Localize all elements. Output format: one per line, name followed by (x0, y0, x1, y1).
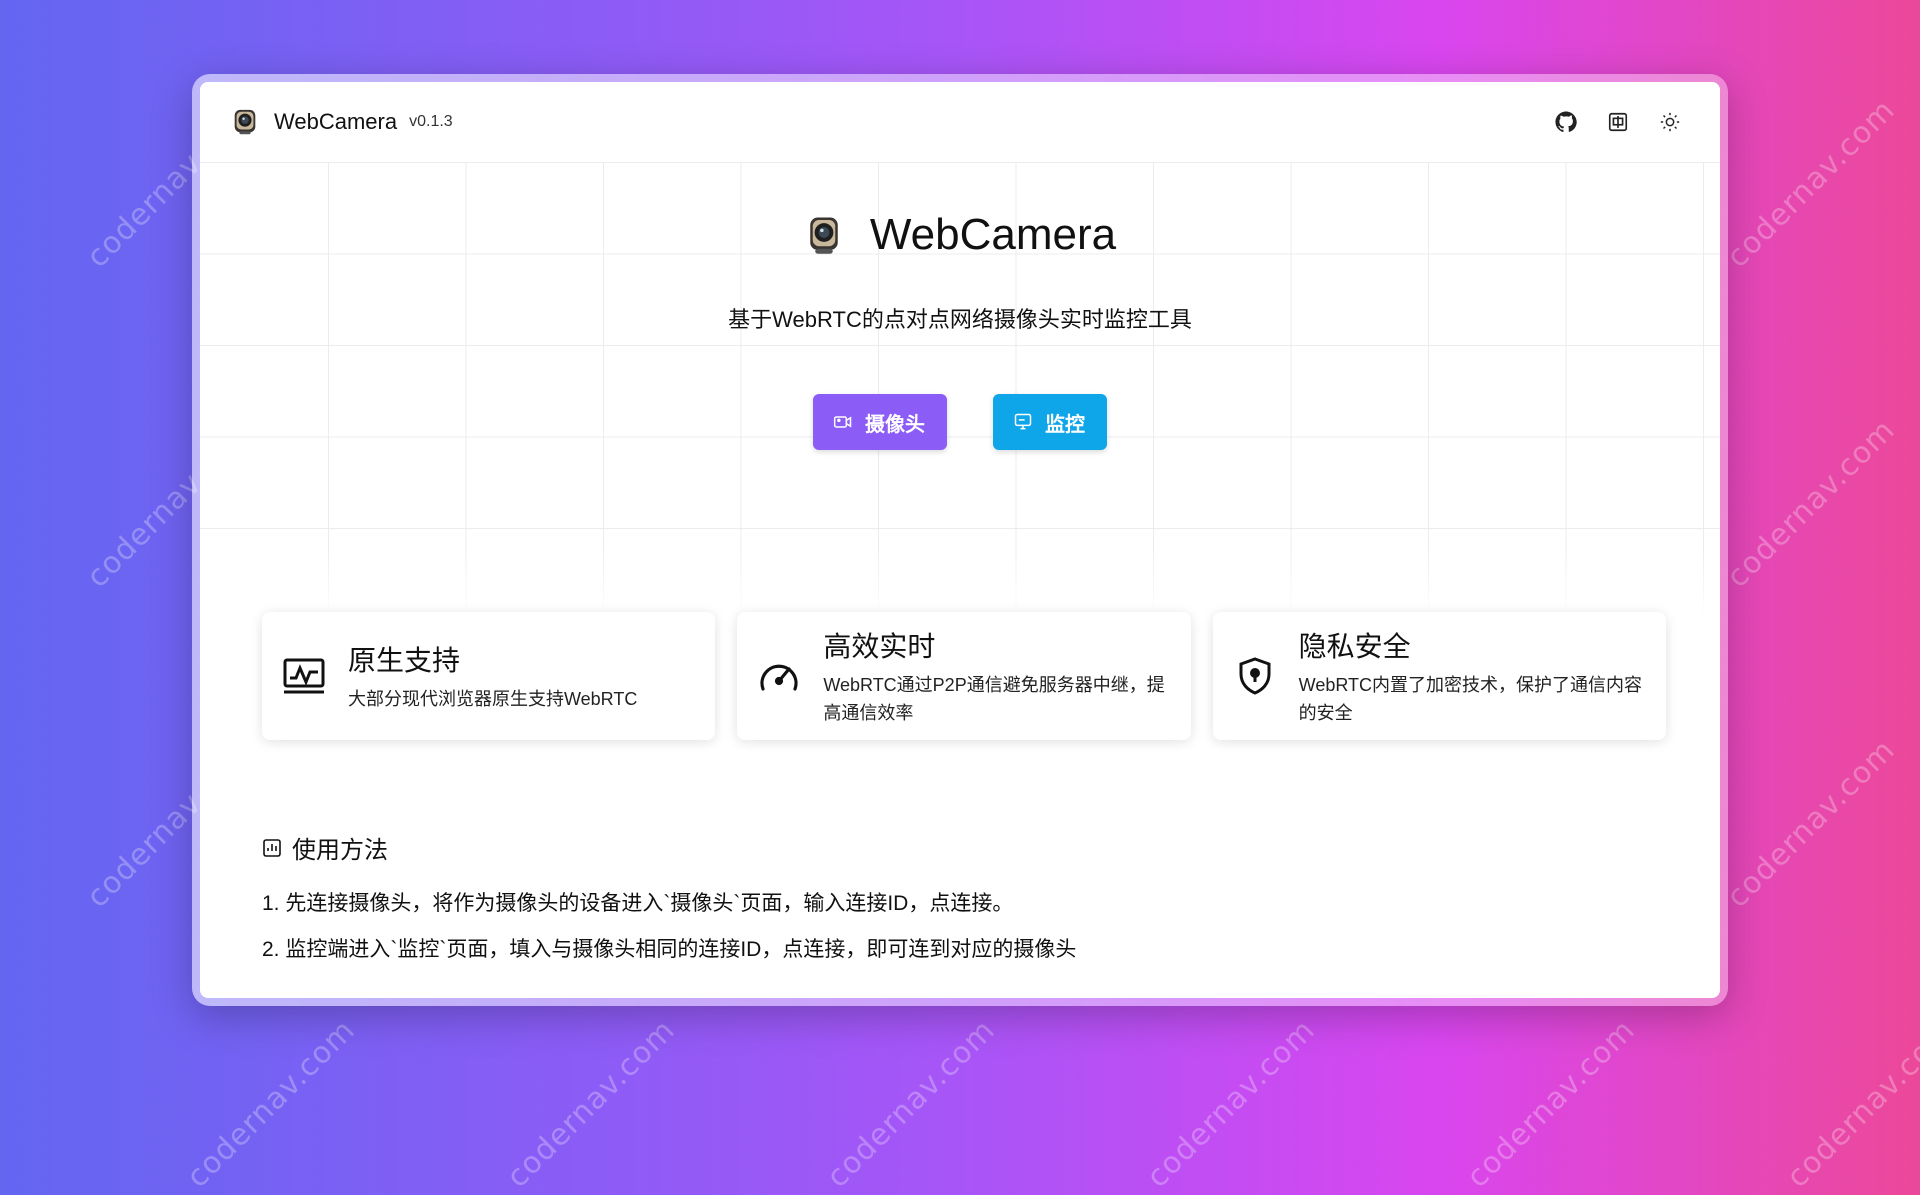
report-icon (263, 838, 281, 857)
usage-section: 使用方法 1. 先连接摄像头，将作为摄像头的设备进入`摄像头`页面，输入连接ID… (262, 830, 1076, 973)
feature-card-privacy: 隐私安全 WebRTC内置了加密技术，保护了通信内容的安全 (1212, 612, 1666, 740)
monitor-icon (1014, 413, 1032, 430)
app-version: v0.1.3 (409, 113, 453, 130)
feature-cards: 原生支持 大部分现代浏览器原生支持WebRTC 高效实时 WebRTC通过P2P… (262, 612, 1666, 740)
watermark: codernav.com (820, 1012, 1003, 1195)
speedometer-icon (760, 664, 798, 691)
feature-title: 高效实时 (823, 631, 936, 662)
camera-button-label: 摄像头 (865, 413, 925, 436)
header-actions (1554, 110, 1682, 134)
sun-icon (1660, 112, 1680, 132)
github-link[interactable] (1554, 110, 1578, 134)
app-window: WebCamera v0.1.3 WebCamera 基于WebRTC的点对点网… (192, 74, 1728, 1006)
watermark: codernav.com (180, 1012, 363, 1195)
shield-lock-icon (1239, 657, 1271, 695)
hero-section: WebCamera 基于WebRTC的点对点网络摄像头实时监控工具 摄像头 监控 (200, 210, 1720, 450)
webcam-logo-icon[interactable] (230, 107, 260, 137)
hero-subtitle: 基于WebRTC的点对点网络摄像头实时监控工具 (728, 307, 1192, 332)
app-name[interactable]: WebCamera (274, 109, 397, 135)
hero-heading: WebCamera (804, 210, 1116, 260)
github-icon (1555, 111, 1577, 133)
webcam-logo-icon (810, 217, 838, 254)
hero-title: WebCamera (869, 210, 1117, 259)
watermark: codernav.com (1720, 92, 1903, 275)
camera-button[interactable]: 摄像头 (813, 394, 947, 450)
app-content: WebCamera v0.1.3 WebCamera 基于WebRTC的点对点网… (200, 82, 1720, 998)
language-icon (1608, 112, 1628, 132)
feature-card-realtime: 高效实时 WebRTC通过P2P通信避免服务器中继，提高通信效率 (737, 612, 1191, 740)
watermark: codernav.com (1460, 1012, 1643, 1195)
monitor-chart-icon (283, 658, 325, 694)
theme-toggle[interactable] (1658, 110, 1682, 134)
feature-title: 隐私安全 (1298, 631, 1411, 662)
usage-step: 2. 监控端进入`监控`页面，填入与摄像头相同的连接ID，点连接，即可连到对应的… (262, 938, 1077, 961)
feature-desc: WebRTC内置了加密技术，保护了通信内容的安全 (1298, 675, 1643, 723)
watermark: codernav.com (1720, 412, 1903, 595)
feature-desc: 大部分现代浏览器原生支持WebRTC (348, 689, 638, 709)
language-toggle[interactable] (1606, 110, 1630, 134)
usage-step: 1. 先连接摄像头，将作为摄像头的设备进入`摄像头`页面，输入连接ID，点连接。 (262, 892, 1014, 915)
watermark: codernav.com (1140, 1012, 1323, 1195)
watermark: codernav.com (500, 1012, 683, 1195)
feature-card-native: 原生支持 大部分现代浏览器原生支持WebRTC (262, 612, 716, 740)
usage-title: 使用方法 (292, 837, 388, 864)
hero-buttons: 摄像头 监控 (200, 394, 1720, 450)
feature-title: 原生支持 (348, 645, 461, 676)
monitor-button[interactable]: 监控 (993, 394, 1107, 450)
usage-heading: 使用方法 (262, 830, 1076, 865)
monitor-button-label: 监控 (1045, 413, 1085, 436)
feature-desc: WebRTC通过P2P通信避免服务器中继，提高通信效率 (823, 675, 1165, 723)
camera-icon (833, 416, 852, 428)
watermark: codernav.com (1720, 732, 1903, 915)
watermark: codernav.com (1780, 1012, 1920, 1195)
top-bar: WebCamera v0.1.3 (200, 82, 1720, 162)
